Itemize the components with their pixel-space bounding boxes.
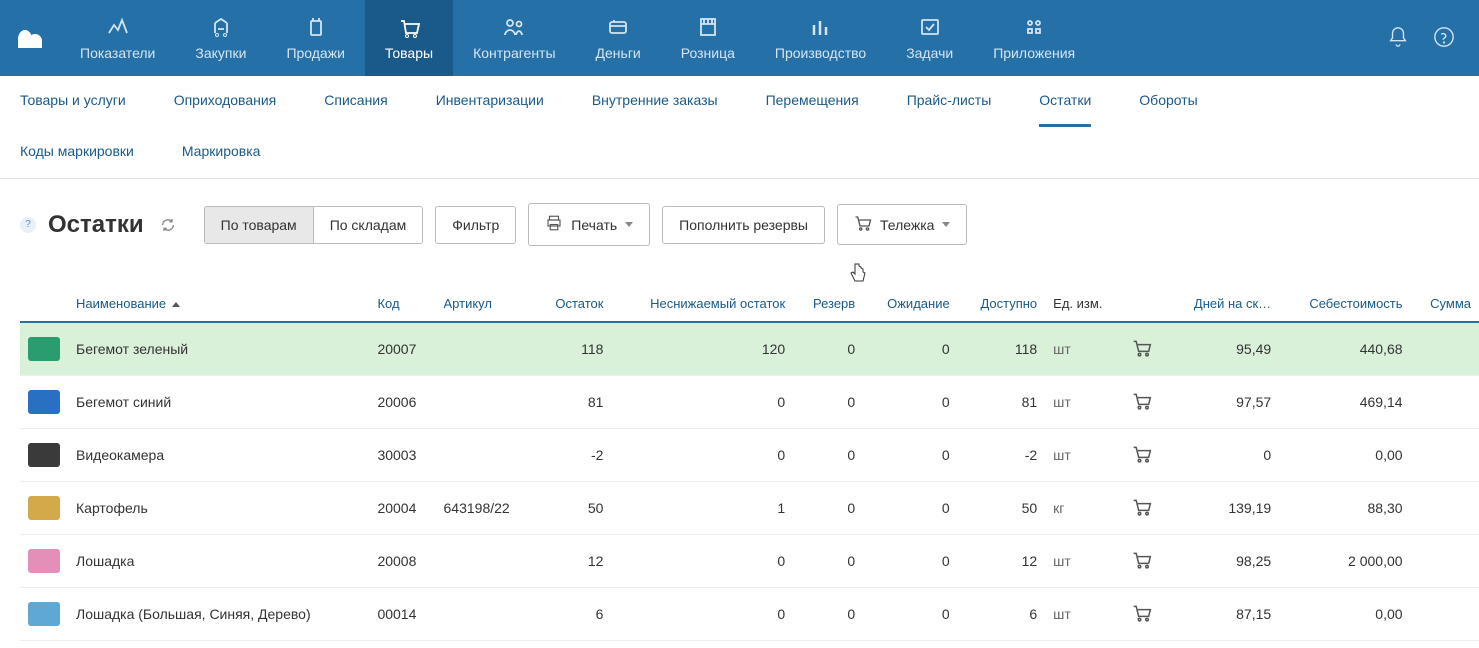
table-row[interactable]: Лошадка (Большая, Синяя, Дерево)00014600… xyxy=(20,588,1479,641)
subnav-Коды маркировки[interactable]: Коды маркировки xyxy=(20,127,134,178)
chevron-down-icon xyxy=(625,222,633,227)
bell-icon[interactable] xyxy=(1387,26,1409,51)
product-thumb xyxy=(28,390,60,414)
row-cart-icon[interactable] xyxy=(1124,588,1167,641)
subnav-Обороты[interactable]: Обороты xyxy=(1139,76,1197,127)
product-thumb xyxy=(28,337,60,361)
subnav-Внутренние заказы[interactable]: Внутренние заказы xyxy=(592,76,718,127)
nav-Показатели[interactable]: Показатели xyxy=(60,0,175,76)
table-row[interactable]: Видеокамера30003-2000-2шт00,00 xyxy=(20,429,1479,482)
help-icon[interactable] xyxy=(1433,26,1455,51)
col-8[interactable]: Ед. изм. xyxy=(1045,286,1124,322)
col-4[interactable]: Неснижаемый остаток xyxy=(611,286,793,322)
printer-icon xyxy=(545,214,563,235)
nav-Деньги[interactable]: Деньги xyxy=(576,0,661,76)
stock-table: НаименованиеКодАртикулОстатокНеснижаемый… xyxy=(20,286,1479,641)
subnav-Инвентаризации[interactable]: Инвентаризации xyxy=(436,76,544,127)
nav-Товары[interactable]: Товары xyxy=(365,0,453,76)
subnav-Оприходования[interactable]: Оприходования xyxy=(174,76,277,127)
col-12[interactable]: Сумма xyxy=(1411,286,1479,322)
col-1[interactable]: Код xyxy=(369,286,435,322)
row-cart-icon[interactable] xyxy=(1124,482,1167,535)
view-segment: По товарам По складам xyxy=(204,206,424,244)
subnav-Прайс-листы[interactable]: Прайс-листы xyxy=(907,76,992,127)
page-help-icon[interactable]: ? xyxy=(20,217,36,233)
product-thumb xyxy=(28,496,60,520)
seg-by-stores[interactable]: По складам xyxy=(313,207,423,243)
col-0[interactable]: Наименование xyxy=(68,286,369,322)
row-cart-icon[interactable] xyxy=(1124,429,1167,482)
subnav-Перемещения[interactable]: Перемещения xyxy=(766,76,859,127)
page-title: Остатки xyxy=(48,211,144,239)
nav-Приложения[interactable]: Приложения xyxy=(973,0,1095,76)
table-row[interactable]: Лошадка200081200012шт98,252 000,00 xyxy=(20,535,1479,588)
subnav-Маркировка[interactable]: Маркировка xyxy=(182,127,261,178)
row-cart-icon[interactable] xyxy=(1124,535,1167,588)
replenish-button[interactable]: Пополнить резервы xyxy=(662,206,825,244)
table-row[interactable]: Картофель20004643198/225010050кг139,1988… xyxy=(20,482,1479,535)
product-thumb xyxy=(28,549,60,573)
cart-button[interactable]: Тележка xyxy=(837,204,967,245)
nav-Розница[interactable]: Розница xyxy=(661,0,755,76)
cart-icon xyxy=(854,215,872,234)
col-11[interactable]: Себестоимость xyxy=(1279,286,1410,322)
col-3[interactable]: Остаток xyxy=(534,286,611,322)
nav-Производство[interactable]: Производство xyxy=(755,0,886,76)
subnav-Списания[interactable]: Списания xyxy=(324,76,387,127)
col-9[interactable] xyxy=(1124,286,1167,322)
nav-Продажи[interactable]: Продажи xyxy=(266,0,364,76)
nav-Контрагенты[interactable]: Контрагенты xyxy=(453,0,575,76)
col-7[interactable]: Доступно xyxy=(958,286,1045,322)
product-thumb xyxy=(28,602,60,626)
col-2[interactable]: Артикул xyxy=(436,286,535,322)
subnav-Остатки[interactable]: Остатки xyxy=(1039,76,1091,127)
col-5[interactable]: Резерв xyxy=(793,286,863,322)
refresh-icon[interactable] xyxy=(160,217,176,233)
seg-by-goods[interactable]: По товарам xyxy=(205,207,313,243)
subnav-Товары и услуги[interactable]: Товары и услуги xyxy=(20,76,126,127)
row-cart-icon[interactable] xyxy=(1124,376,1167,429)
col-10[interactable]: Дней на ск… xyxy=(1167,286,1279,322)
logo[interactable] xyxy=(0,0,60,76)
nav-Задачи[interactable]: Задачи xyxy=(886,0,973,76)
nav-Закупки[interactable]: Закупки xyxy=(175,0,266,76)
col-6[interactable]: Ожидание xyxy=(863,286,957,322)
row-cart-icon[interactable] xyxy=(1124,322,1167,376)
filter-button[interactable]: Фильтр xyxy=(435,206,516,244)
table-row[interactable]: Бегемот синий200068100081шт97,57469,14 xyxy=(20,376,1479,429)
chevron-down-icon xyxy=(942,222,950,227)
table-row[interactable]: Бегемот зеленый2000711812000118шт95,4944… xyxy=(20,322,1479,376)
product-thumb xyxy=(28,443,60,467)
cursor-icon xyxy=(848,262,868,289)
print-button[interactable]: Печать xyxy=(528,203,650,246)
